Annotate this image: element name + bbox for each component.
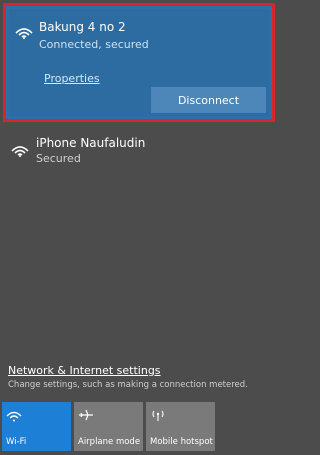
wifi-icon [14,23,34,39]
disconnect-button[interactable]: Disconnect [151,87,266,113]
network-settings-link[interactable]: Network & Internet settings [8,364,161,377]
tile-label: Airplane mode [78,437,141,447]
properties-link[interactable]: Properties [44,72,100,85]
mobile-hotspot-tile[interactable]: Mobile hotspot [146,402,215,451]
airplane-icon [78,407,94,421]
wifi-icon [10,141,30,157]
network-item-connected[interactable]: Bakung 4 no 2 Connected, secured Propert… [3,3,275,122]
wifi-icon [6,407,22,422]
network-name: iPhone Naufaludin [36,136,146,150]
wifi-toggle-tile[interactable]: Wi-Fi [2,402,71,451]
network-item[interactable]: iPhone Naufaludin Secured [0,130,280,175]
airplane-mode-tile[interactable]: Airplane mode [74,402,143,451]
network-status: Connected, secured [39,38,149,51]
tile-label: Mobile hotspot [150,437,213,447]
hotspot-icon [150,407,166,421]
network-status: Secured [36,152,81,165]
tile-label: Wi-Fi [6,437,27,447]
network-flyout: Bakung 4 no 2 Connected, secured Propert… [0,0,280,455]
network-item-connected-body[interactable]: Bakung 4 no 2 Connected, secured Propert… [9,9,269,116]
network-settings-description: Change settings, such as making a connec… [8,380,248,390]
network-name: Bakung 4 no 2 [39,20,126,34]
